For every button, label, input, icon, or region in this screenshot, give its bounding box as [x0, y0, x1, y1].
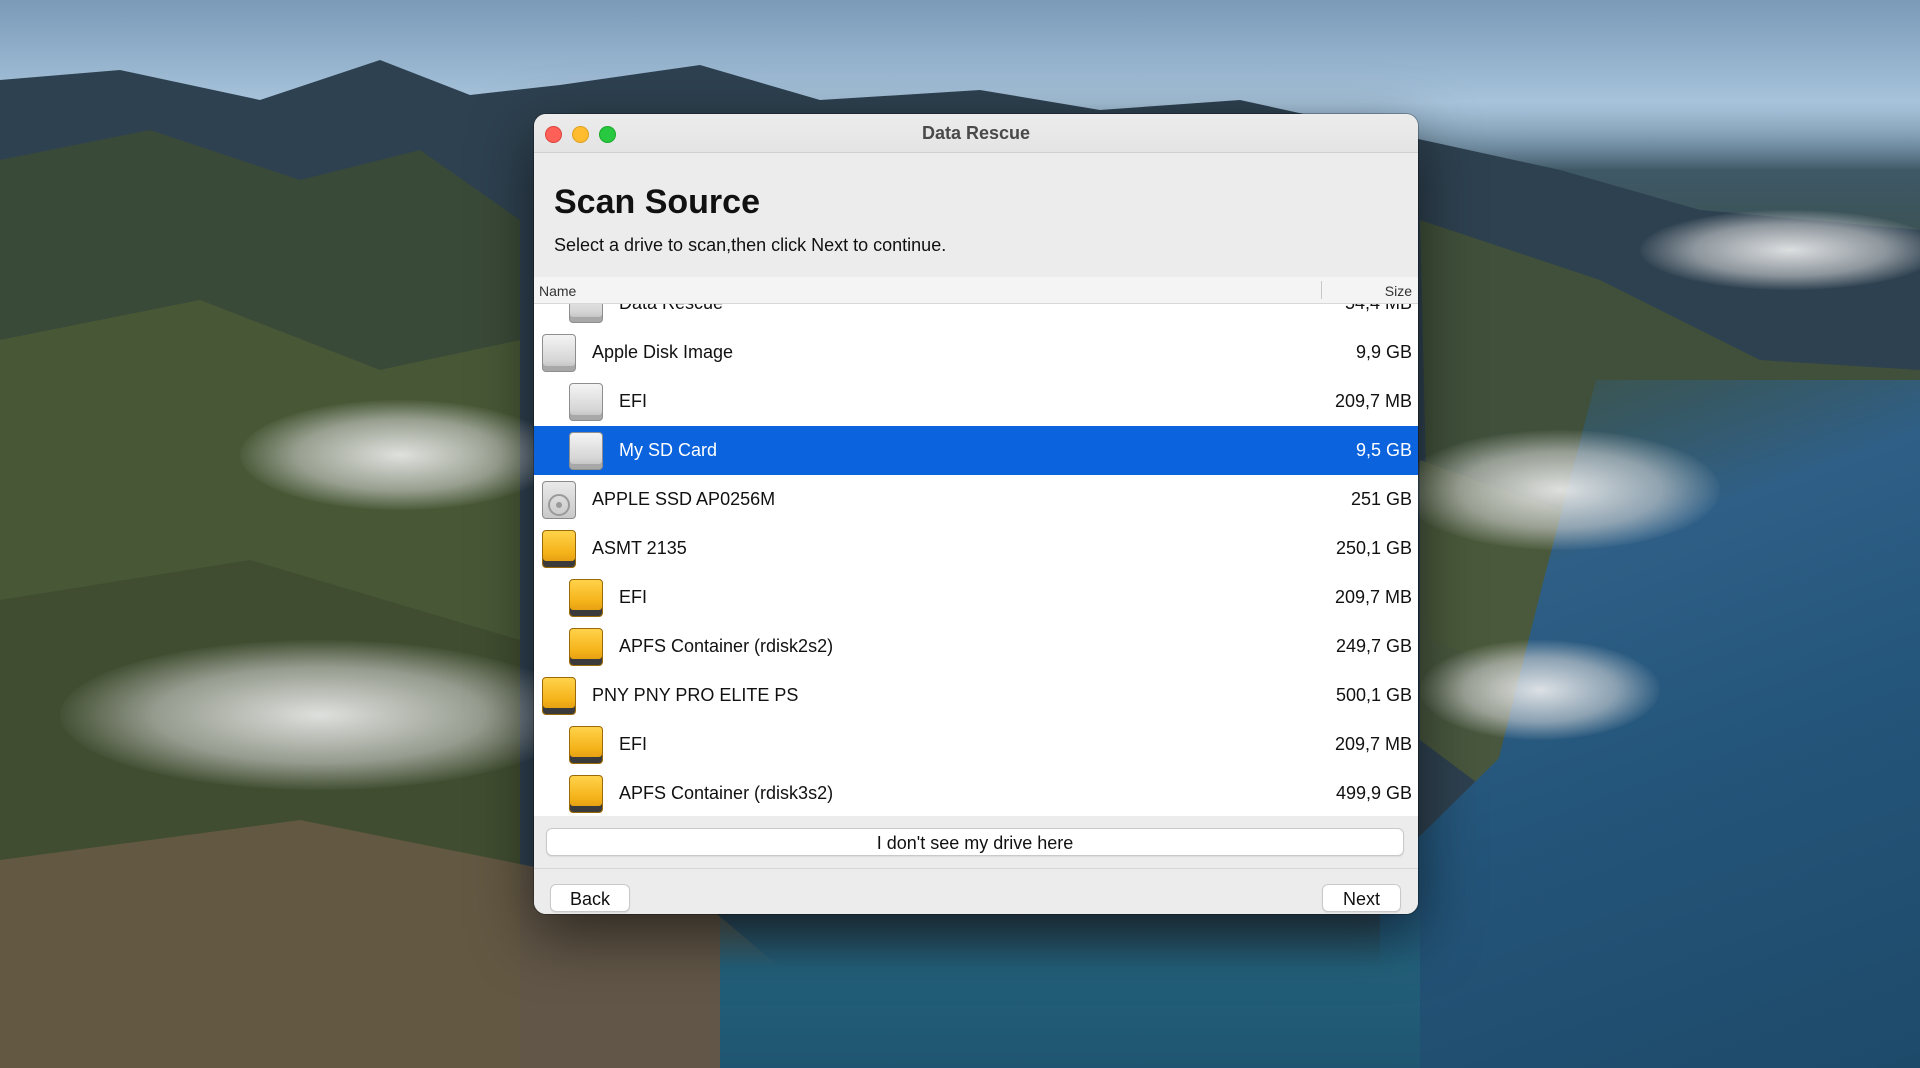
- data-rescue-window: Data Rescue Scan Source Select a drive t…: [534, 114, 1418, 914]
- back-button[interactable]: Back: [550, 884, 630, 912]
- page-title: Scan Source: [554, 183, 760, 221]
- zoom-button[interactable]: [599, 126, 616, 143]
- drive-size: 209,7 MB: [1334, 587, 1412, 607]
- drive-name: APFS Container (rdisk2s2): [619, 636, 834, 656]
- external-drive-icon: [569, 628, 603, 666]
- external-drive-icon: [569, 726, 603, 764]
- external-drive-icon: [542, 677, 576, 715]
- table-row[interactable]: My SD Card 9,5 GB: [534, 426, 1418, 475]
- table-row[interactable]: APFS Container (rdisk2s2) 249,7 GB: [534, 622, 1418, 671]
- column-divider[interactable]: [1321, 281, 1322, 299]
- table-row[interactable]: EFI 209,7 MB: [534, 720, 1418, 769]
- footer-divider: [534, 868, 1418, 869]
- drive-name: Data Rescue: [619, 304, 723, 314]
- column-header-name[interactable]: Name: [539, 283, 576, 299]
- drive-name: Apple Disk Image: [592, 342, 734, 362]
- external-drive-icon: [569, 775, 603, 813]
- drive-size: 209,7 MB: [1334, 391, 1412, 411]
- page-subtitle: Select a drive to scan,then click Next t…: [554, 235, 947, 255]
- next-button[interactable]: Next: [1322, 884, 1401, 912]
- cloud: [240, 400, 560, 510]
- drive-name: My SD Card: [619, 440, 718, 460]
- drive-not-listed-button[interactable]: I don't see my drive here: [546, 828, 1404, 856]
- close-button[interactable]: [545, 126, 562, 143]
- footer: I don't see my drive here Back Next: [534, 816, 1418, 914]
- drive-name: ASMT 2135: [592, 538, 687, 558]
- drive-size: 209,7 MB: [1334, 734, 1412, 754]
- external-drive-icon: [542, 530, 576, 568]
- table-row[interactable]: EFI 209,7 MB: [534, 573, 1418, 622]
- table-header: Name Size: [534, 277, 1418, 304]
- drive-name: EFI: [619, 734, 648, 754]
- drive-size: 500,1 GB: [1335, 685, 1412, 705]
- gray-drive-icon: [569, 383, 603, 421]
- table-row[interactable]: EFI 209,7 MB: [534, 377, 1418, 426]
- table-row[interactable]: APFS Container (rdisk3s2) 499,9 GB: [534, 769, 1418, 816]
- drive-name: PNY PNY PRO ELITE PS: [592, 685, 799, 705]
- minimize-button[interactable]: [572, 126, 589, 143]
- drive-size: 499,9 GB: [1335, 783, 1412, 803]
- cloud: [1400, 430, 1720, 550]
- drive-size: 251 GB: [1350, 489, 1412, 509]
- drive-size: 249,7 GB: [1335, 636, 1412, 656]
- cloud: [1420, 640, 1660, 740]
- table-row[interactable]: Data Rescue 54,4 MB: [534, 304, 1418, 328]
- gray-drive-icon: [542, 334, 576, 372]
- drive-name: APPLE SSD AP0256M: [592, 489, 776, 509]
- cloud: [1640, 210, 1920, 290]
- gray-drive-icon: [569, 432, 603, 470]
- drive-size: 250,1 GB: [1335, 538, 1412, 558]
- external-drive-icon: [569, 579, 603, 617]
- table-row[interactable]: Apple Disk Image 9,9 GB: [534, 328, 1418, 377]
- drive-size: 9,5 GB: [1355, 440, 1412, 460]
- cloud: [60, 640, 580, 790]
- internal-ssd-icon: [542, 481, 576, 519]
- window-title: Data Rescue: [921, 123, 1031, 143]
- gray-drive-icon: [569, 304, 603, 323]
- drive-size: 54,4 MB: [1345, 304, 1412, 314]
- disk-platter-icon: [548, 494, 570, 516]
- header: Scan Source Select a drive to scan,then …: [534, 153, 1418, 277]
- drive-list[interactable]: Data Rescue 54,4 MB Apple Disk Image 9,9 GB…: [534, 304, 1418, 816]
- desktop-background: Data Rescue Scan Source Select a drive t…: [0, 0, 1920, 1068]
- column-header-size[interactable]: Size: [1385, 283, 1412, 299]
- table-row[interactable]: ASMT 2135 250,1 GB: [534, 524, 1418, 573]
- table-row[interactable]: APPLE SSD AP0256M 251 GB: [534, 475, 1418, 524]
- drive-name: EFI: [619, 391, 648, 411]
- title-bar[interactable]: Data Rescue: [534, 114, 1418, 153]
- drive-name: APFS Container (rdisk3s2): [619, 783, 834, 803]
- ocean-cove: [720, 900, 1420, 1068]
- table-row[interactable]: PNY PNY PRO ELITE PS 500,1 GB: [534, 671, 1418, 720]
- drive-name: EFI: [619, 587, 648, 607]
- drive-size: 9,9 GB: [1355, 342, 1412, 362]
